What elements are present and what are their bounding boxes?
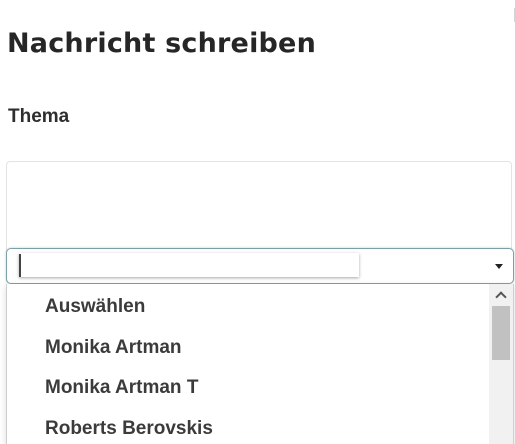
subject-label: Thema <box>8 106 70 127</box>
dropdown-option-roberts-berovskis[interactable]: Roberts Berovskis <box>45 414 213 444</box>
dropdown-scrollbar[interactable] <box>489 284 513 444</box>
scroll-up-button[interactable] <box>489 286 513 304</box>
text-cursor <box>19 254 21 277</box>
dropdown-option-auswaehlen[interactable]: Auswählen <box>45 292 145 322</box>
caret-down-icon <box>495 264 503 269</box>
chevron-up-icon <box>495 291 507 303</box>
dropdown-option-monika-artman-t[interactable]: Monika Artman T <box>45 373 198 403</box>
recipient-combobox[interactable] <box>6 248 514 284</box>
dropdown-option-monika-artman[interactable]: Monika Artman <box>45 333 182 363</box>
dropdown-toggle-button[interactable] <box>487 249 513 283</box>
scrollbar-thumb[interactable] <box>492 306 510 360</box>
recipient-search-input[interactable] <box>19 253 359 277</box>
recipient-dropdown-list: Auswählen Monika Artman Monika Artman T … <box>6 284 514 444</box>
page-title: Nachricht schreiben <box>7 28 316 59</box>
